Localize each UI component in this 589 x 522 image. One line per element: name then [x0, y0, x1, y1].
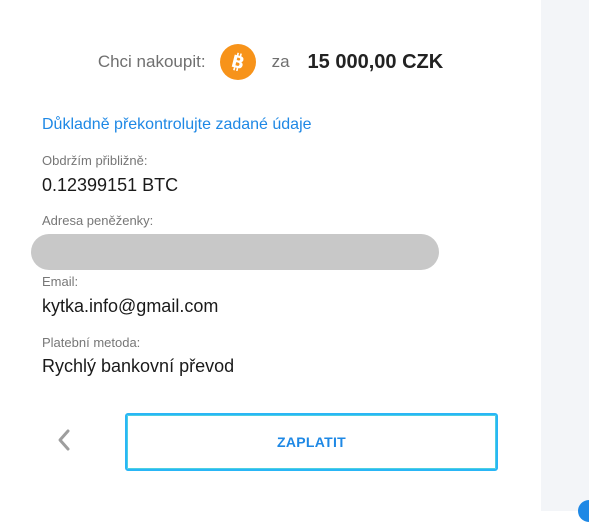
receive-label: Obdržím přibližně:: [42, 153, 148, 168]
bitcoin-icon: B: [219, 44, 256, 80]
purchase-amount: 15 000,00 CZK: [307, 50, 444, 73]
receive-value: 0.12399151 BTC: [42, 175, 179, 195]
payment-method-label: Platební metoda:: [42, 335, 141, 350]
wallet-address-label: Adresa peněženky:: [42, 213, 154, 228]
email-label: Email:: [42, 274, 79, 289]
review-note: Důkladně překontrolujte zadané údaje: [42, 116, 312, 133]
side-panel-background: [541, 0, 589, 511]
chevron-left-icon: [57, 428, 71, 457]
order-summary-card: Chci nakoupit: B za 15 000,00 CZK Důklad…: [0, 0, 541, 511]
payment-method-value: Rychlý bankovní převod: [42, 356, 235, 376]
pay-button-label: ZAPLATIT: [276, 434, 347, 450]
pay-button[interactable]: ZAPLATIT: [125, 413, 498, 471]
wallet-address-redacted: [31, 234, 439, 270]
connector-text: za: [271, 52, 290, 71]
back-button[interactable]: [52, 427, 76, 457]
email-value: kytka.info@gmail.com: [42, 296, 219, 316]
buy-label: Chci nakoupit:: [97, 52, 206, 71]
chat-widget-button[interactable]: [578, 500, 589, 522]
purchase-summary-row: Chci nakoupit: B za 15 000,00 CZK: [0, 42, 541, 82]
